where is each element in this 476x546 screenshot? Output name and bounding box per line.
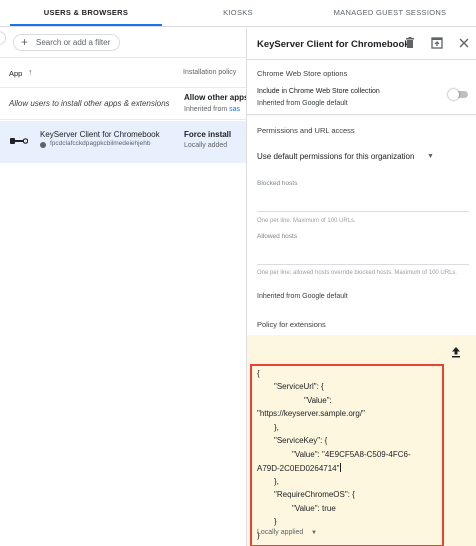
- json-line: A79D-2C0ED0264714": [257, 464, 340, 473]
- json-line: "https://keyserver.sample.org/": [257, 409, 365, 418]
- permissions-section: Permissions and URL access Use default p…: [247, 116, 476, 306]
- app-name: KeyServer Client for Chromebook: [40, 130, 160, 139]
- text-cursor: [340, 463, 342, 472]
- filter-placeholder: Search or add a filter: [36, 38, 111, 47]
- json-line: {: [257, 369, 260, 378]
- cws-inherited-note: Inherited from Google default: [257, 100, 348, 107]
- top-tab-bar: USERS & BROWSERS KIOSKS MANAGED GUEST SE…: [0, 0, 476, 27]
- policy-section: Policy for extensions { "ServiceUrl": { …: [247, 305, 476, 546]
- inherited-prefix: Inherited from: [184, 106, 230, 113]
- allow-row-inherited: Inherited from sas: [184, 106, 240, 113]
- apps-list-panel: + Search or add a filter App ↑ Installat…: [0, 28, 249, 546]
- tab-managed-guest-sessions[interactable]: MANAGED GUEST SESSIONS: [322, 0, 458, 27]
- close-icon[interactable]: [456, 35, 472, 51]
- locally-applied-caret-icon[interactable]: ▼: [311, 530, 317, 536]
- json-line: }: [274, 517, 277, 526]
- table-row-allow-other-apps[interactable]: Allow users to install other apps & exte…: [0, 88, 249, 120]
- sort-arrow-up-icon[interactable]: ↑: [28, 67, 33, 77]
- open-in-new-icon[interactable]: [429, 35, 445, 51]
- filter-bar: + Search or add a filter: [0, 28, 246, 58]
- dropdown-caret-icon[interactable]: ▼: [427, 153, 434, 160]
- add-icon: +: [21, 35, 29, 49]
- details-title: KeyServer Client for Chromebook: [257, 39, 410, 50]
- permissions-inherited-note: Inherited from Google default: [257, 293, 348, 300]
- json-line: },: [274, 423, 279, 432]
- table-row-keyserver-app[interactable]: KeyServer Client for Chromebook fpcdclaf…: [0, 121, 246, 163]
- policy-section-title: Policy for extensions: [257, 320, 326, 329]
- app-id: fpcdclafcckdpagpkcbilmedeiehjehb: [50, 140, 151, 147]
- column-header-installation-policy: Installation policy: [183, 69, 237, 76]
- json-line-with-cursor: A79D-2C0ED0264714": [257, 463, 342, 473]
- policy-json-editor[interactable]: { "ServiceUrl": { "Value": "https://keys…: [250, 364, 444, 546]
- toggle-knob: [448, 89, 459, 100]
- include-in-collection-label: Include in Chrome Web Store collection: [257, 88, 380, 95]
- permissions-select[interactable]: Use default permissions for this organiz…: [257, 152, 414, 161]
- active-tab-indicator: [10, 24, 162, 26]
- add-filter-button[interactable]: + Search or add a filter: [13, 34, 120, 51]
- allowed-hosts-hint: One per line; allowed hosts override blo…: [257, 270, 458, 276]
- tab-users-browsers[interactable]: USERS & BROWSERS: [10, 0, 162, 27]
- locally-applied-menu[interactable]: Locally applied: [257, 529, 303, 536]
- app-install-policy: Force install: [184, 130, 232, 139]
- app-details-panel: KeyServer Client for Chromebook Chrome W…: [246, 28, 476, 546]
- permissions-section-title: Permissions and URL access: [257, 126, 355, 135]
- blocked-hosts-field[interactable]: [257, 211, 469, 212]
- json-line: "Value": "4E9CF5A8-C509-4FC6-: [292, 450, 411, 459]
- key-icon: [10, 138, 28, 144]
- json-line: "RequireChromeOS": {: [274, 490, 355, 499]
- app-policy-status: Locally added: [184, 142, 228, 149]
- blocked-hosts-label: Blocked hosts: [257, 180, 298, 187]
- policy-header: Policy for extensions: [247, 305, 476, 335]
- allow-row-policy: Allow other apps: [184, 93, 249, 102]
- json-line: "ServiceUrl": {: [274, 382, 324, 391]
- details-header: KeyServer Client for Chromebook: [247, 28, 476, 60]
- blocked-hosts-hint: One per line. Maximum of 100 URLs.: [257, 218, 356, 224]
- json-line: "ServiceKey": {: [274, 436, 328, 445]
- trash-icon[interactable]: [402, 35, 418, 51]
- chrome-web-store-section: Chrome Web Store options Include in Chro…: [247, 60, 476, 115]
- json-line: "Value":: [304, 396, 332, 405]
- table-header: App ↑ Installation policy: [0, 58, 246, 88]
- allowed-hosts-field[interactable]: [257, 264, 469, 265]
- cws-section-title: Chrome Web Store options: [257, 69, 348, 78]
- collapse-handle[interactable]: [0, 31, 6, 45]
- chrome-dot-icon: [40, 142, 46, 148]
- json-line: "Value": true: [292, 504, 336, 513]
- tab-kiosks[interactable]: KIOSKS: [190, 0, 286, 27]
- allowed-hosts-label: Allowed hosts: [257, 233, 298, 240]
- allow-row-label: Allow users to install other apps & exte…: [9, 99, 170, 108]
- inherited-org-link[interactable]: sas: [229, 106, 240, 113]
- include-in-collection-toggle[interactable]: [448, 89, 468, 100]
- json-line: },: [274, 477, 279, 486]
- column-header-app[interactable]: App: [9, 69, 22, 78]
- upload-icon[interactable]: [449, 345, 463, 359]
